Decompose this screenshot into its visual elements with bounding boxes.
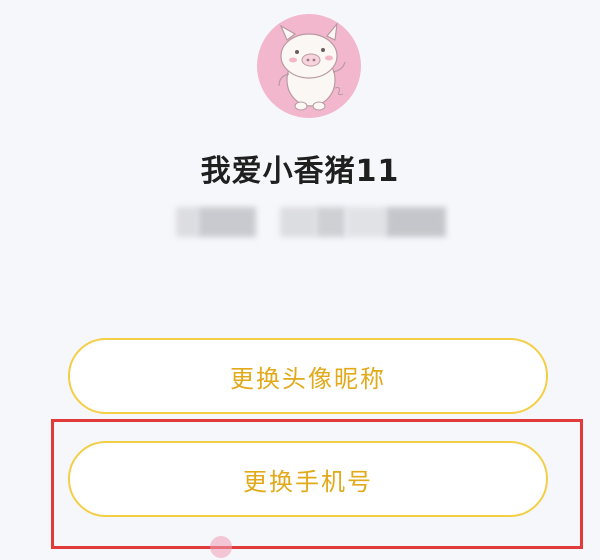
- masked-segment: [386, 207, 446, 237]
- masked-segment: [316, 207, 346, 237]
- masked-segment: [198, 207, 256, 237]
- avatar[interactable]: [257, 14, 361, 118]
- username: 我爱小香猪11: [200, 154, 400, 189]
- change-avatar-nickname-button[interactable]: 更换头像昵称: [68, 338, 548, 414]
- masked-segment: [176, 207, 198, 237]
- masked-segment: [280, 207, 316, 237]
- pig-icon: [210, 536, 232, 558]
- masked-account-info: [162, 207, 452, 237]
- highlight-annotation-box: [51, 419, 583, 549]
- pig-avatar-icon: [278, 22, 346, 111]
- masked-segment: [346, 207, 386, 237]
- bottom-link[interactable]: [210, 534, 240, 560]
